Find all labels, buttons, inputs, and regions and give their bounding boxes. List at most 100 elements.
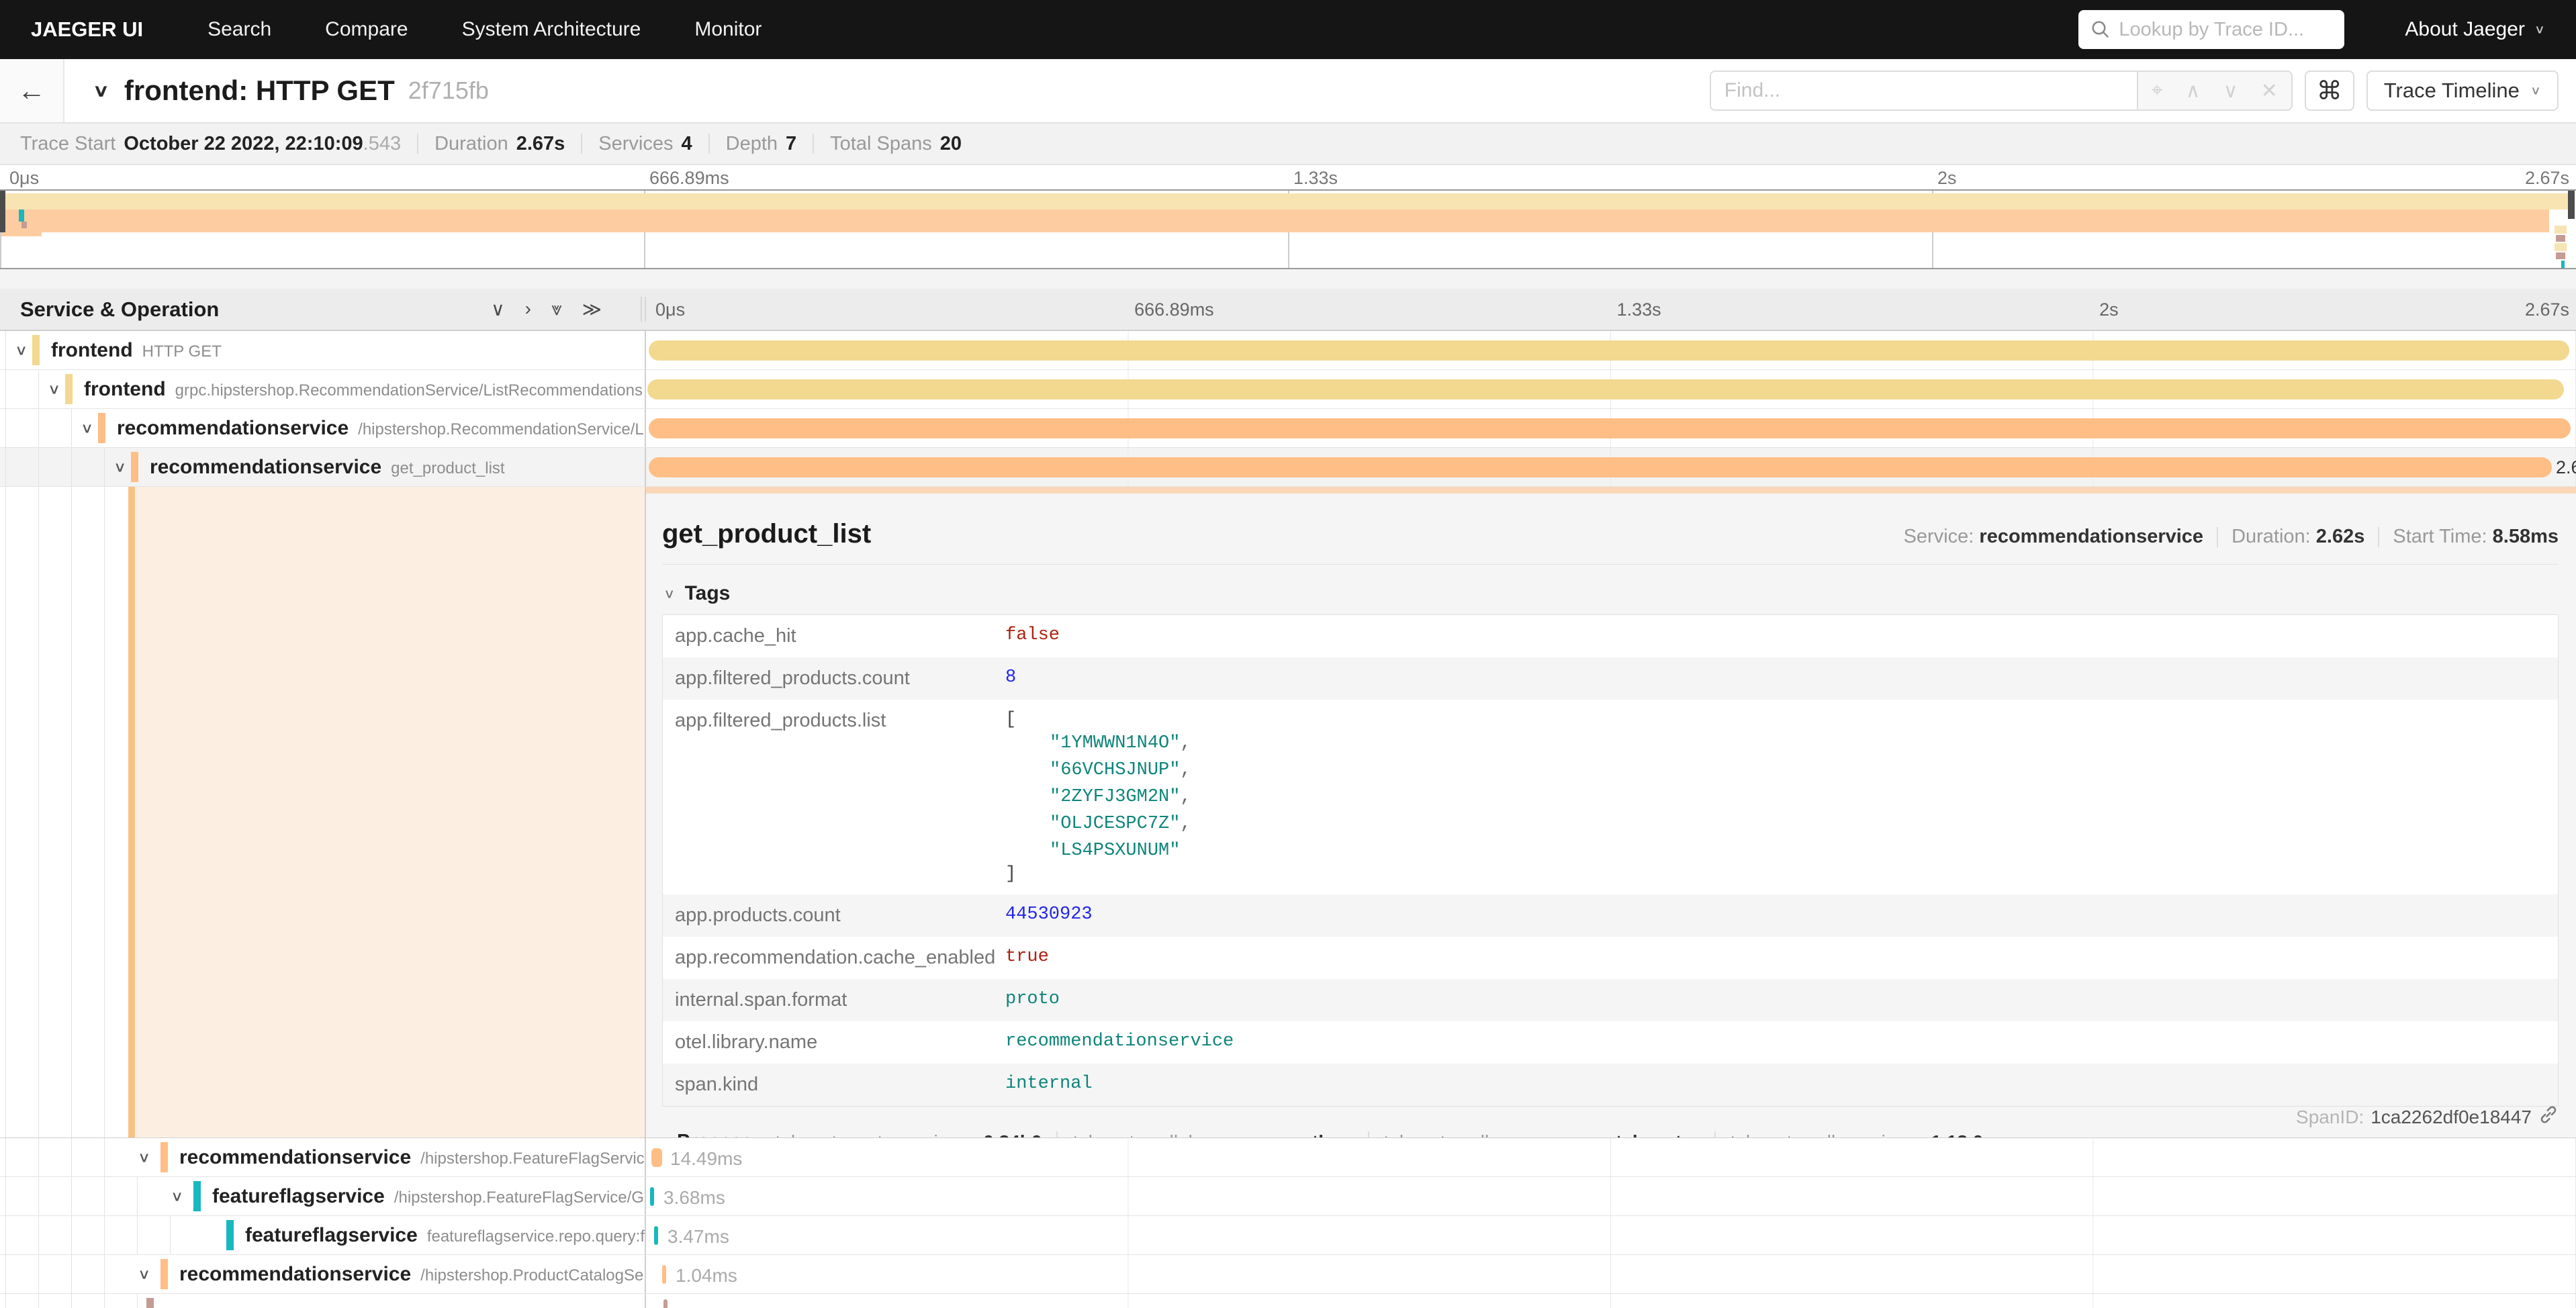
expand-one-icon[interactable]: › — [525, 298, 531, 320]
trace-summary-bar: Trace Start October 22 2022, 22:10:09 .5… — [0, 124, 2576, 165]
depth-value: 7 — [786, 133, 796, 155]
span-tree-cell[interactable]: ∨ frontendgrpc.hipstershop.Recommendatio… — [0, 370, 646, 408]
chevron-down-icon[interactable]: ∨ — [81, 420, 93, 436]
span-timeline-cell[interactable]: 14.49ms — [646, 1138, 2576, 1176]
tick-label: 2s — [1937, 168, 1957, 189]
span-bar[interactable] — [654, 1226, 658, 1245]
span-id-row: SpanID: 1ca2262df0e18447 — [2296, 1105, 2559, 1129]
span-timeline-cell[interactable] — [646, 1294, 2576, 1308]
span-id-label: SpanID: — [2296, 1107, 2364, 1128]
divider — [1714, 1131, 1716, 1138]
span-row-partial[interactable] — [0, 1294, 2576, 1308]
trace-id-search-input[interactable] — [2119, 19, 2332, 41]
link-icon[interactable] — [2538, 1105, 2559, 1129]
chevron-down-icon[interactable]: ∨ — [171, 1188, 183, 1205]
service-color-bar — [193, 1181, 201, 1211]
collapse-trace-chevron-icon[interactable]: ∨ — [93, 81, 109, 101]
minimap-span-mark — [2555, 243, 2567, 251]
clear-find-icon[interactable]: ✕ — [2261, 79, 2278, 103]
span-row[interactable]: ∨ recommendationservice/hipstershop.Reco… — [0, 409, 2576, 448]
span-bar[interactable] — [649, 418, 2571, 438]
chevron-down-icon[interactable]: ∨ — [15, 342, 28, 359]
span-timeline-cell[interactable]: 3.47ms — [646, 1216, 2576, 1254]
find-input[interactable] — [1710, 71, 2137, 111]
about-jaeger-menu[interactable]: About Jaeger ∨ — [2405, 18, 2545, 41]
span-operation: /hipstershop.RecommendationService/Lis..… — [358, 420, 646, 438]
span-row[interactable]: ∨ recommendationservice/hipstershop.Feat… — [0, 1138, 2576, 1177]
span-timeline-cell[interactable] — [646, 370, 2576, 408]
divider — [708, 134, 710, 154]
chevron-down-icon[interactable]: ∨ — [113, 459, 126, 475]
span-row-selected[interactable]: ∨ recommendationserviceget_product_list … — [0, 448, 2576, 487]
tag-row: otel.library.name recommendationservice — [663, 1021, 2558, 1064]
span-tree-cell[interactable]: ∨ frontendHTTP GET — [0, 331, 646, 369]
span-timeline-cell[interactable]: 1.04ms — [646, 1255, 2576, 1293]
service-operation-header: Service & Operation ∨ › ⩔ ≫ — [0, 289, 646, 330]
span-tree-cell[interactable]: ∨ recommendationservice/hipstershop.Reco… — [0, 409, 646, 447]
chevron-down-icon: ∨ — [2534, 23, 2545, 37]
span-service: featureflagservice/hipstershop.FeatureFl… — [212, 1185, 646, 1208]
span-tree-cell[interactable]: ∨ recommendationservice/hipstershop.Feat… — [0, 1138, 646, 1176]
span-timeline-cell[interactable]: 2.62s — [646, 448, 2576, 486]
collapse-one-icon[interactable]: ∨ — [491, 298, 505, 320]
span-tree-cell[interactable]: ∨ recommendationservice/hipstershop.Prod… — [0, 1255, 646, 1293]
tag-row: internal.span.format proto — [663, 979, 2558, 1021]
minimap-left-scrub-handle[interactable] — [0, 191, 5, 232]
span-row[interactable]: ∨ recommendationservice/hipstershop.Prod… — [0, 1255, 2576, 1294]
span-tree-cell[interactable] — [0, 1294, 646, 1308]
divider — [813, 134, 814, 154]
column-resize-grip[interactable] — [641, 297, 646, 322]
detail-title-row: get_product_list Service: recommendation… — [662, 519, 2559, 549]
trace-start-value: October 22 2022, 22:10:09 — [124, 133, 363, 155]
chevron-down-icon[interactable]: ∨ — [138, 1149, 150, 1166]
app-logo[interactable]: JAEGER UI — [31, 17, 143, 42]
span-timeline-cell[interactable] — [646, 409, 2576, 447]
span-row[interactable]: ∨ frontendgrpc.hipstershop.Recommendatio… — [0, 370, 2576, 409]
trace-id-search-box[interactable] — [2078, 10, 2344, 49]
span-detail-panel: get_product_list Service: recommendation… — [646, 487, 2576, 1137]
nav-item-monitor[interactable]: Monitor — [694, 18, 762, 41]
span-row[interactable]: featureflagservicefeatureflagservice.rep… — [0, 1216, 2576, 1255]
span-bar[interactable] — [649, 457, 2552, 477]
back-button[interactable]: ← — [0, 59, 64, 122]
next-match-icon[interactable]: ∨ — [2223, 79, 2238, 103]
prev-match-icon[interactable]: ∧ — [2186, 79, 2201, 103]
nav-item-search[interactable]: Search — [208, 18, 271, 41]
chevron-down-icon[interactable]: ∨ — [138, 1266, 150, 1282]
span-timeline-cell[interactable] — [646, 331, 2576, 369]
process-row[interactable]: › Process: telemetry.auto.version=0.34b0… — [662, 1131, 2559, 1137]
span-timeline-cell[interactable]: 3.68ms — [646, 1177, 2576, 1215]
tag-row: app.products.count 44530923 — [663, 894, 2558, 937]
tag-key: otel.library.name — [675, 1031, 1005, 1054]
chevron-down-icon[interactable]: ∨ — [48, 381, 60, 398]
tags-section-header[interactable]: ∨ Tags — [663, 582, 2559, 605]
span-row[interactable]: ∨ frontendHTTP GET — [0, 331, 2576, 370]
span-bar[interactable] — [649, 340, 2569, 361]
nav-item-compare[interactable]: Compare — [325, 18, 408, 41]
about-jaeger-label: About Jaeger — [2405, 18, 2524, 41]
trace-view-dropdown[interactable]: Trace Timeline ∨ — [2366, 71, 2559, 111]
minimap-span-mark — [2556, 252, 2565, 259]
span-bar[interactable] — [662, 1265, 666, 1284]
span-bar[interactable] — [647, 379, 2564, 400]
service-color-bar — [32, 335, 40, 365]
span-bar[interactable] — [663, 1299, 668, 1308]
span-tree-cell[interactable]: featureflagservicefeatureflagservice.rep… — [0, 1216, 646, 1254]
service-color-bar — [131, 452, 138, 482]
nav-item-system-architecture[interactable]: System Architecture — [462, 18, 641, 41]
minimap-right-scrub-handle[interactable] — [2568, 191, 2575, 219]
span-bar[interactable] — [650, 1187, 654, 1206]
service-color-bar — [160, 1142, 168, 1172]
focus-match-icon[interactable]: ⌖ — [2152, 79, 2163, 102]
span-bar[interactable] — [651, 1148, 662, 1167]
span-tree-cell[interactable]: ∨ featureflagservice/hipstershop.Feature… — [0, 1177, 646, 1215]
span-row[interactable]: ∨ featureflagservice/hipstershop.Feature… — [0, 1177, 2576, 1216]
span-tree-cell[interactable]: ∨ recommendationserviceget_product_list — [0, 448, 646, 486]
collapse-all-icon[interactable]: ⩔ — [551, 298, 562, 320]
keyboard-shortcuts-button[interactable]: ⌘ — [2305, 71, 2354, 111]
trace-total-spans: Total Spans 20 — [830, 133, 962, 155]
span-operation: grpc.hipstershop.RecommendationService/L… — [175, 381, 643, 400]
trace-minimap[interactable] — [0, 189, 2576, 269]
expand-all-icon[interactable]: ≫ — [582, 298, 602, 320]
span-detail-block: get_product_list Service: recommendation… — [0, 487, 2576, 1138]
